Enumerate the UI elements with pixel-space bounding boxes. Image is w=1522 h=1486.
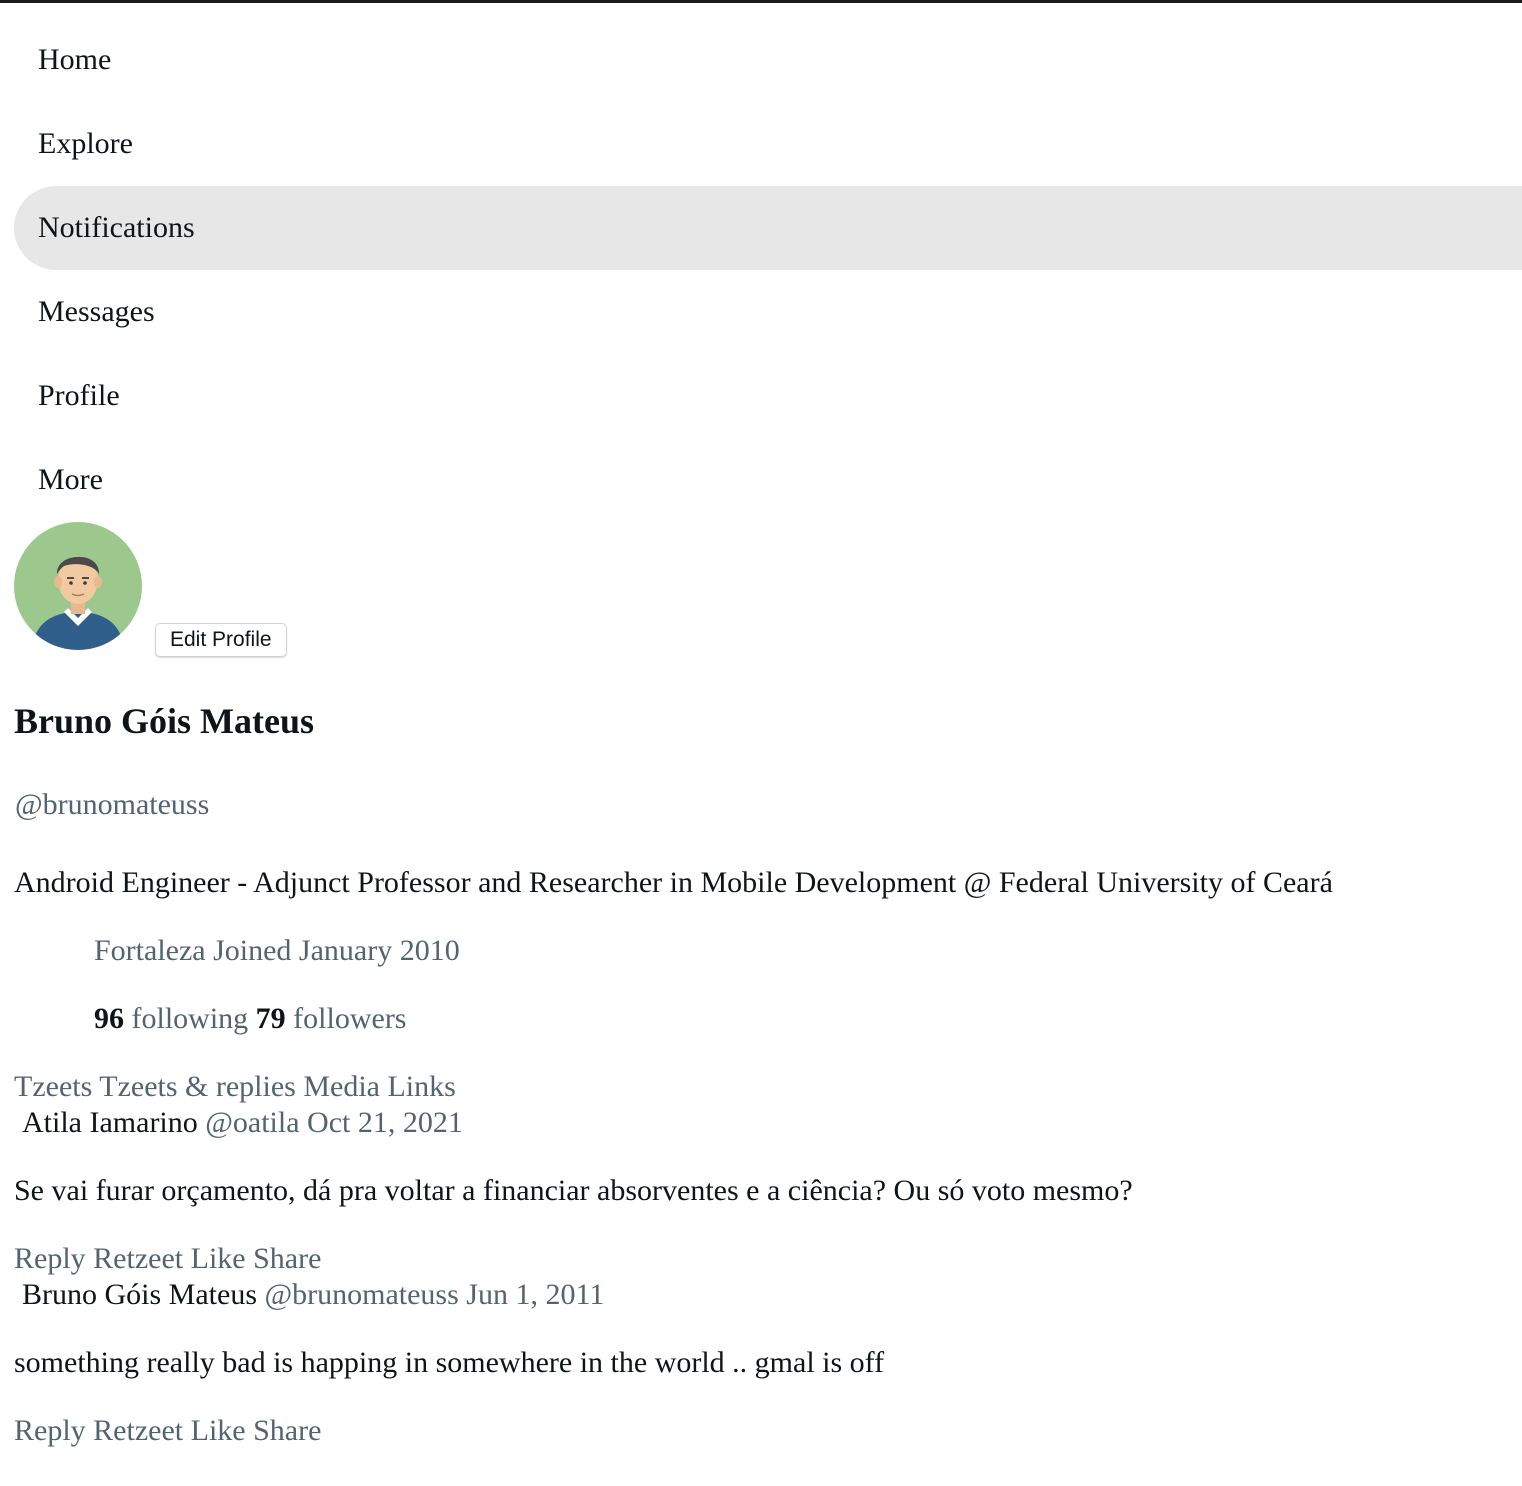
tweet-author[interactable]: Bruno Góis Mateus [22,1278,257,1311]
retzeet-button[interactable]: Retzeet [93,1242,183,1275]
followers-count[interactable]: 79 [256,1002,286,1035]
tweet-date[interactable]: Oct 21, 2021 [307,1106,463,1139]
edit-profile-button[interactable]: Edit Profile [155,623,287,657]
nav-item-explore[interactable]: Explore [14,102,1522,186]
tab-media[interactable]: Media [303,1070,380,1103]
tweet-handle[interactable]: @brunomateuss [265,1278,459,1311]
profile-joined-date: Joined January 2010 [213,934,460,967]
profile-tabs: Tzeets Tzeets & replies Media Links [14,1070,456,1104]
retzeet-button[interactable]: Retzeet [93,1414,183,1447]
tab-links[interactable]: Links [387,1070,455,1103]
tweet-text: something really bad is happing in somew… [14,1346,885,1379]
profile-handle: @brunomateuss [15,788,210,821]
nav-item-messages[interactable]: Messages [14,270,1522,354]
tweet-date[interactable]: Jun 1, 2011 [466,1278,604,1311]
following-label[interactable]: following [132,1002,249,1035]
tab-tzeets[interactable]: Tzeets [14,1070,92,1103]
share-button[interactable]: Share [253,1242,321,1275]
followers-label[interactable]: followers [293,1002,406,1035]
nav-item-more[interactable]: More [14,438,1522,522]
profile-bio: Android Engineer - Adjunct Professor and… [14,866,1333,899]
tweet-actions: Reply Retzeet Like Share [14,1414,321,1448]
nav-item-home[interactable]: Home [14,18,1522,102]
nav-item-profile[interactable]: Profile [14,354,1522,438]
main-navigation: Home Explore Notifications Messages Prof… [14,18,1522,522]
top-border [0,0,1522,3]
tab-tzeets-and-replies[interactable]: Tzeets & replies [99,1070,296,1103]
nav-item-notifications[interactable]: Notifications [14,186,1522,270]
reply-button[interactable]: Reply [14,1242,86,1275]
tweet-text: Se vai furar orçamento, dá pra voltar a … [14,1174,1133,1207]
tweet-handle[interactable]: @oatila [205,1106,299,1139]
profile-name: Bruno Góis Mateus [14,701,315,741]
reply-button[interactable]: Reply [14,1414,86,1447]
tweet-header: Atila Iamarino @oatila Oct 21, 2021 [14,1106,463,1140]
following-count[interactable]: 96 [94,1002,124,1035]
share-button[interactable]: Share [253,1414,321,1447]
tweet-header: Bruno Góis Mateus @brunomateuss Jun 1, 2… [14,1278,604,1312]
tweet-author[interactable]: Atila Iamarino [22,1106,198,1139]
profile-counts: 96 following 79 followers [94,1002,406,1036]
like-button[interactable]: Like [191,1242,246,1275]
tweet-actions: Reply Retzeet Like Share [14,1242,321,1276]
like-button[interactable]: Like [191,1414,246,1447]
avatar [14,522,142,650]
profile-location: Fortaleza [94,934,206,967]
profile-meta: Fortaleza Joined January 2010 [94,934,460,968]
